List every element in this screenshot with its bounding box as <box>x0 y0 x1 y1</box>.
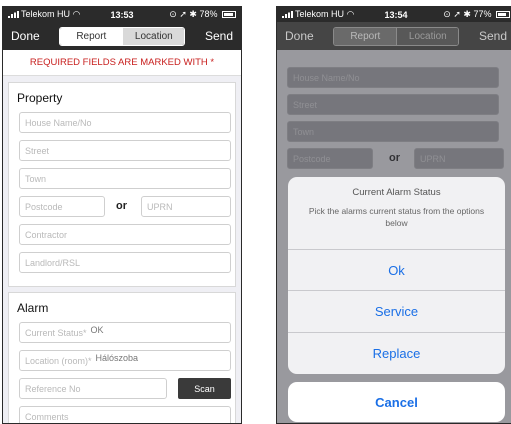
bluetooth-icon: ✱ <box>189 9 197 19</box>
option-ok[interactable]: Ok <box>288 250 505 290</box>
battery-icon <box>496 11 510 19</box>
comments-field[interactable]: Comments <box>19 406 231 423</box>
status-time: 13:53 <box>110 9 134 20</box>
right-phone-screen: Telekom HU ◠ 13:54 ⊙ ➚ ✱ 77% Done Report… <box>276 6 511 424</box>
done-button[interactable]: Done <box>285 29 314 43</box>
tab-location[interactable]: Location <box>396 27 459 45</box>
nav-bar: Done Report Location Send <box>277 22 511 50</box>
current-status-label: Current Status* <box>25 327 87 338</box>
sheet-message: Pick the alarms current status from the … <box>308 206 485 228</box>
wifi-icon: ◠ <box>72 9 81 19</box>
done-button[interactable]: Done <box>11 29 40 43</box>
action-sheet: Current Alarm Status Pick the alarms cur… <box>288 177 505 374</box>
required-fields-notice: REQUIRED FIELDS ARE MARKED WITH * <box>3 50 241 76</box>
battery-percent: 78% <box>199 9 218 19</box>
wifi-icon: ◠ <box>346 9 355 19</box>
option-service[interactable]: Service <box>288 291 505 331</box>
scan-button[interactable]: Scan <box>178 378 231 399</box>
house-name-field[interactable]: House Name/No <box>19 112 231 133</box>
reference-no-field[interactable]: Reference No <box>19 378 167 399</box>
send-button[interactable]: Send <box>479 29 507 43</box>
tab-report[interactable]: Report <box>60 27 123 45</box>
alarm-clock-icon: ⊙ <box>169 9 177 19</box>
cancel-button[interactable]: Cancel <box>288 382 505 422</box>
nav-bar: Done Report Location Send <box>3 22 241 50</box>
current-status-value: OK <box>90 324 104 335</box>
signal-icon <box>8 11 19 19</box>
location-room-label: Location (room)* <box>25 355 92 366</box>
status-time: 13:54 <box>384 9 408 20</box>
segmented-control: Report Location <box>59 26 186 46</box>
property-card: Property House Name/No Street Town Postc… <box>8 82 236 287</box>
tab-report[interactable]: Report <box>334 27 397 45</box>
bluetooth-icon: ✱ <box>463 9 471 19</box>
location-arrow-icon: ➚ <box>453 9 461 19</box>
current-status-field[interactable]: Current Status* OK <box>19 322 231 343</box>
location-room-value: Hálószoba <box>95 352 139 363</box>
town-field[interactable]: Town <box>19 168 231 189</box>
alarm-card: Alarm Current Status* OK Location (room)… <box>8 292 236 423</box>
alarm-title: Alarm <box>17 301 49 315</box>
uprn-field[interactable]: UPRN <box>141 196 231 217</box>
send-button[interactable]: Send <box>205 29 233 43</box>
postcode-field[interactable]: Postcode <box>19 196 105 217</box>
carrier-name: Telekom HU <box>21 9 71 19</box>
location-room-field[interactable]: Location (room)* Hálószoba <box>19 350 231 371</box>
tab-location[interactable]: Location <box>122 27 185 45</box>
left-phone-screen: Telekom HU ◠ 13:53 ⊙ ➚ ✱ 78% Done Report… <box>2 6 242 424</box>
property-title: Property <box>17 91 63 105</box>
option-replace[interactable]: Replace <box>288 333 505 373</box>
battery-percent: 77% <box>473 9 492 19</box>
landlord-field[interactable]: Landlord/RSL <box>19 252 231 273</box>
signal-icon <box>282 11 293 19</box>
sheet-title: Current Alarm Status <box>352 187 441 198</box>
status-bar: Telekom HU ◠ 13:53 ⊙ ➚ ✱ 78% <box>3 7 241 22</box>
contractor-field[interactable]: Contractor <box>19 224 231 245</box>
alarm-clock-icon: ⊙ <box>443 9 451 19</box>
segmented-control: Report Location <box>333 26 460 46</box>
status-bar: Telekom HU ◠ 13:54 ⊙ ➚ ✱ 77% <box>277 7 511 22</box>
or-label: or <box>116 200 127 212</box>
carrier-name: Telekom HU <box>295 9 345 19</box>
location-arrow-icon: ➚ <box>179 9 187 19</box>
street-field[interactable]: Street <box>19 140 231 161</box>
battery-icon <box>222 11 236 19</box>
